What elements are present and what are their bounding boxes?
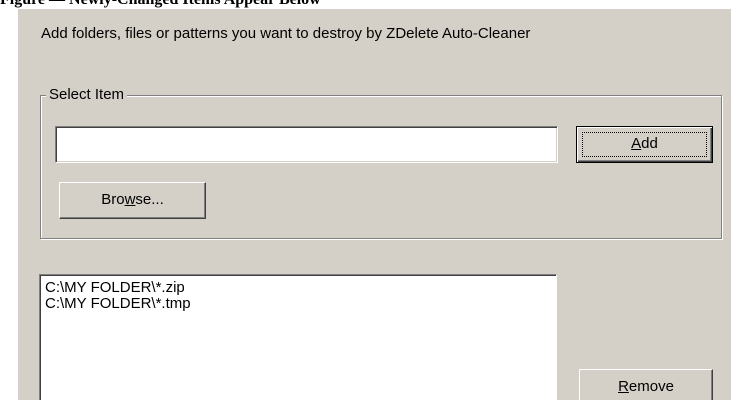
item-path-input[interactable] xyxy=(55,126,558,163)
list-item[interactable]: C:\MY FOLDER\*.zip xyxy=(45,280,556,296)
remove-button-label: Remove xyxy=(618,378,674,395)
remove-button[interactable]: Remove xyxy=(579,369,713,400)
select-item-legend: Select Item xyxy=(46,87,128,103)
add-button[interactable]: Add xyxy=(576,126,713,163)
focus-rectangle xyxy=(582,132,707,157)
auto-cleaner-dialog: Add folders, files or patterns you want … xyxy=(18,9,731,400)
figure-caption: Figure — Newly-Changed Items Appear Belo… xyxy=(0,0,321,9)
dialog-description: Add folders, files or patterns you want … xyxy=(41,25,531,42)
list-item[interactable]: C:\MY FOLDER\*.tmp xyxy=(45,296,556,312)
items-listbox[interactable]: C:\MY FOLDER\*.zip C:\MY FOLDER\*.tmp xyxy=(39,274,557,400)
browse-button[interactable]: Browse... xyxy=(59,182,206,219)
browse-button-label: Browse... xyxy=(101,191,164,208)
